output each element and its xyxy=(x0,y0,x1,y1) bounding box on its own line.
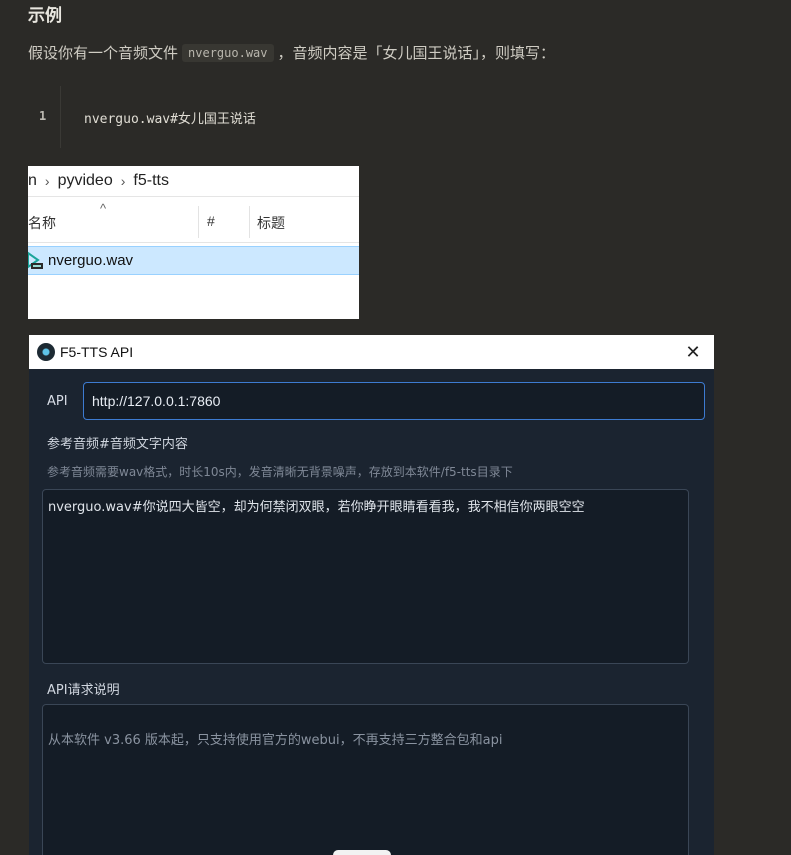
api-label: API xyxy=(47,394,68,409)
paragraph-text-before: 假设你有一个音频文件 xyxy=(28,44,179,62)
close-icon: ✕ xyxy=(685,342,701,362)
paragraph-text-after: ，音频内容是「女儿国王说话」，则填写： xyxy=(277,44,556,62)
breadcrumb: n › pyvideo › f5-tts xyxy=(28,166,359,197)
file-name: nverguo.wav xyxy=(48,252,134,269)
reference-audio-label: 参考音频#音频文字内容 xyxy=(47,437,188,452)
chevron-right-icon: › xyxy=(44,173,50,189)
file-row[interactable]: nverguo.wav xyxy=(28,246,359,275)
file-explorer-screenshot: n › pyvideo › f5-tts ^ 名称 # 标题 nverguo.w… xyxy=(28,166,359,319)
inline-code: nverguo.wav xyxy=(182,43,274,62)
column-header-name[interactable]: 名称 xyxy=(28,213,56,233)
breadcrumb-item[interactable]: f5-tts xyxy=(133,172,169,190)
breadcrumb-item[interactable]: pyvideo xyxy=(58,172,113,190)
sort-up-icon: ^ xyxy=(100,201,107,216)
column-header-row: ^ 名称 # 标题 xyxy=(28,196,359,243)
window-titlebar[interactable]: F5-TTS API ✕ xyxy=(29,335,714,369)
reference-audio-hint: 参考音频需要wav格式，时长10s内，发音清晰无背景噪声，存放到本软件/f5-t… xyxy=(47,465,513,479)
column-header-number[interactable]: # xyxy=(207,213,215,229)
section-heading: 示例 xyxy=(28,6,62,26)
close-button[interactable]: ✕ xyxy=(680,339,706,365)
breadcrumb-item[interactable]: n xyxy=(28,172,37,190)
app-logo-icon xyxy=(37,343,55,361)
column-header-title[interactable]: 标题 xyxy=(257,213,285,233)
line-number: 1 xyxy=(39,109,47,123)
api-url-input[interactable] xyxy=(83,382,705,420)
example-paragraph: 假设你有一个音频文件 nverguo.wav ，音频内容是「女儿国王说话」，则填… xyxy=(28,42,555,63)
reference-audio-textarea[interactable]: nverguo.wav#你说四大皆空，却为何禁闭双眼，若你睁开眼睛看看我，我不相… xyxy=(42,489,689,664)
code-gutter: 1 xyxy=(28,86,61,148)
api-docs-text: 从本软件 v3.66 版本起，只支持使用官方的webui，不再支持三方整合包和a… xyxy=(48,733,503,748)
audio-file-icon xyxy=(28,251,43,269)
f5-tts-api-dialog: F5-TTS API ✕ API 参考音频#音频文字内容 参考音频需要wav格式… xyxy=(29,335,714,855)
api-docs-label: API请求说明 xyxy=(47,683,120,698)
column-divider[interactable] xyxy=(249,206,250,238)
api-docs-area[interactable]: 从本软件 v3.66 版本起，只支持使用官方的webui，不再支持三方整合包和a… xyxy=(42,704,689,855)
code-block: 1 nverguo.wav#女儿国王说话 xyxy=(28,86,788,148)
save-button[interactable] xyxy=(333,850,391,855)
code-line: nverguo.wav#女儿国王说话 xyxy=(84,112,256,127)
column-divider[interactable] xyxy=(198,206,199,238)
window-title: F5-TTS API xyxy=(60,344,134,360)
chevron-right-icon: › xyxy=(120,173,126,189)
